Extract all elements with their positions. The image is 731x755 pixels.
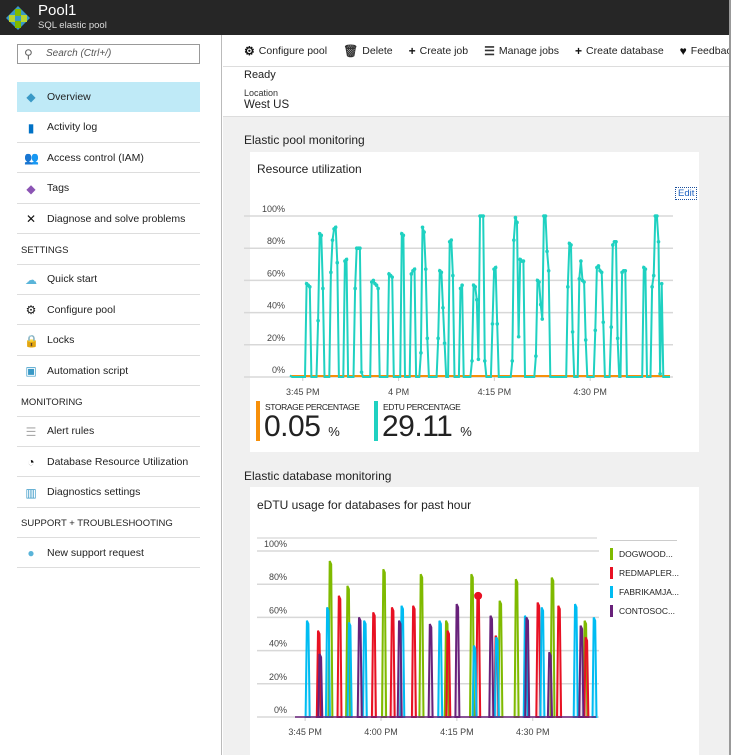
legend-divider — [610, 540, 677, 541]
x-tick-label: 4:15 PM — [440, 727, 474, 737]
series-spike-fabrikamja — [539, 606, 546, 718]
series-spike-redmapler — [555, 605, 563, 718]
y-tick-label: 20% — [269, 672, 287, 682]
legend-label: FABRIKAMJA... — [619, 586, 679, 597]
series-spike-redmapler — [583, 636, 590, 718]
series-spike-contosoc — [317, 653, 324, 718]
series-spike-fabrikamja — [572, 603, 579, 718]
series-spike-fabrikamja — [304, 620, 311, 718]
x-tick-label: 3:45 PM — [288, 727, 322, 737]
series-spike-redmapler — [445, 630, 452, 718]
hover-marker[interactable] — [474, 591, 483, 600]
series-spike-redmapler — [370, 611, 377, 718]
series-spike-fabrikamja — [361, 620, 368, 718]
y-tick-label: 0% — [274, 705, 287, 715]
legend-swatch — [610, 604, 613, 617]
series-spike-fabrikamja — [324, 606, 331, 718]
series-spike-contosoc — [546, 651, 554, 718]
series-spike-dogwood — [513, 578, 520, 718]
legend-swatch — [610, 547, 613, 560]
legend-label: DOGWOOD... — [619, 548, 673, 559]
series-spike-fabrikamja — [493, 636, 500, 718]
series-spike-contosoc — [524, 616, 531, 718]
series-spike-contosoc — [396, 620, 403, 718]
x-tick-label: 4:00 PM — [364, 727, 398, 737]
series-spike-contosoc — [578, 625, 585, 718]
series-spike-fabrikamja — [437, 620, 444, 718]
legend-label: CONTOSOC... — [619, 605, 676, 616]
series-spike-contosoc — [427, 623, 434, 718]
series-spike-contosoc — [356, 616, 363, 718]
series-spike-redmapler — [336, 595, 343, 718]
chart-legend: DOGWOOD... REDMAPLER... FABRIKAMJA... CONTO… — [610, 540, 679, 620]
y-tick-label: 80% — [269, 572, 287, 582]
series-spike-fabrikamja — [346, 621, 353, 718]
legend-swatch — [610, 566, 613, 579]
series-spike-dogwood — [380, 568, 388, 718]
y-tick-label: 60% — [269, 605, 287, 615]
legend-swatch — [610, 585, 613, 598]
legend-item[interactable]: FABRIKAMJA... — [610, 582, 679, 601]
y-tick-label: 40% — [269, 639, 287, 649]
edtu-usage-chart: 0% 20% 40% 60% 80% 100% 3:45 PM 4:00 PM 4:15 PM 4… — [257, 537, 599, 737]
series-spike-redmapler — [389, 606, 396, 718]
series-spike-fabrikamja — [591, 616, 598, 718]
y-tick-label: 100% — [264, 539, 287, 549]
series-spike-dogwood — [418, 573, 425, 718]
series-spike-contosoc — [488, 615, 495, 718]
legend-item[interactable]: REDMAPLER... — [610, 563, 679, 582]
x-tick-label: 4:30 PM — [516, 727, 550, 737]
legend-item[interactable]: CONTOSOC... — [610, 601, 679, 620]
series-spike-fabrikamja — [471, 645, 478, 718]
legend-item[interactable]: DOGWOOD... — [610, 544, 679, 563]
series-spike-contosoc — [454, 603, 461, 718]
series-spike-redmapler — [410, 605, 417, 718]
legend-label: REDMAPLER... — [619, 567, 679, 578]
